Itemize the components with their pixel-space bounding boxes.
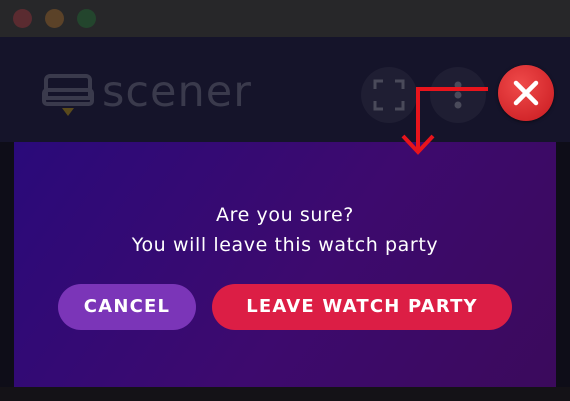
close-icon: [513, 80, 539, 106]
window-close-button[interactable]: [13, 9, 32, 28]
dialog-message: You will leave this watch party: [131, 234, 439, 256]
window-maximize-button[interactable]: [77, 9, 96, 28]
app-logo-text: scener: [102, 67, 252, 117]
couch-logo-icon: [42, 74, 94, 116]
close-button[interactable]: [498, 65, 554, 121]
cancel-button[interactable]: CANCEL: [58, 284, 196, 330]
window-titlebar: [0, 0, 570, 37]
window-minimize-button[interactable]: [45, 9, 64, 28]
more-vertical-icon: [454, 81, 462, 109]
more-options-button[interactable]: [430, 67, 486, 123]
app-header: scener: [0, 37, 570, 142]
fullscreen-icon: [373, 79, 405, 111]
background-right: [556, 142, 570, 387]
background-bottom: [0, 387, 570, 401]
leave-watch-party-button[interactable]: LEAVE WATCH PARTY: [212, 284, 512, 330]
leave-party-dialog: Are you sure? You will leave this watch …: [14, 142, 556, 387]
dialog-question: Are you sure?: [216, 204, 354, 226]
background-left: [0, 142, 14, 387]
fullscreen-button[interactable]: [361, 67, 417, 123]
